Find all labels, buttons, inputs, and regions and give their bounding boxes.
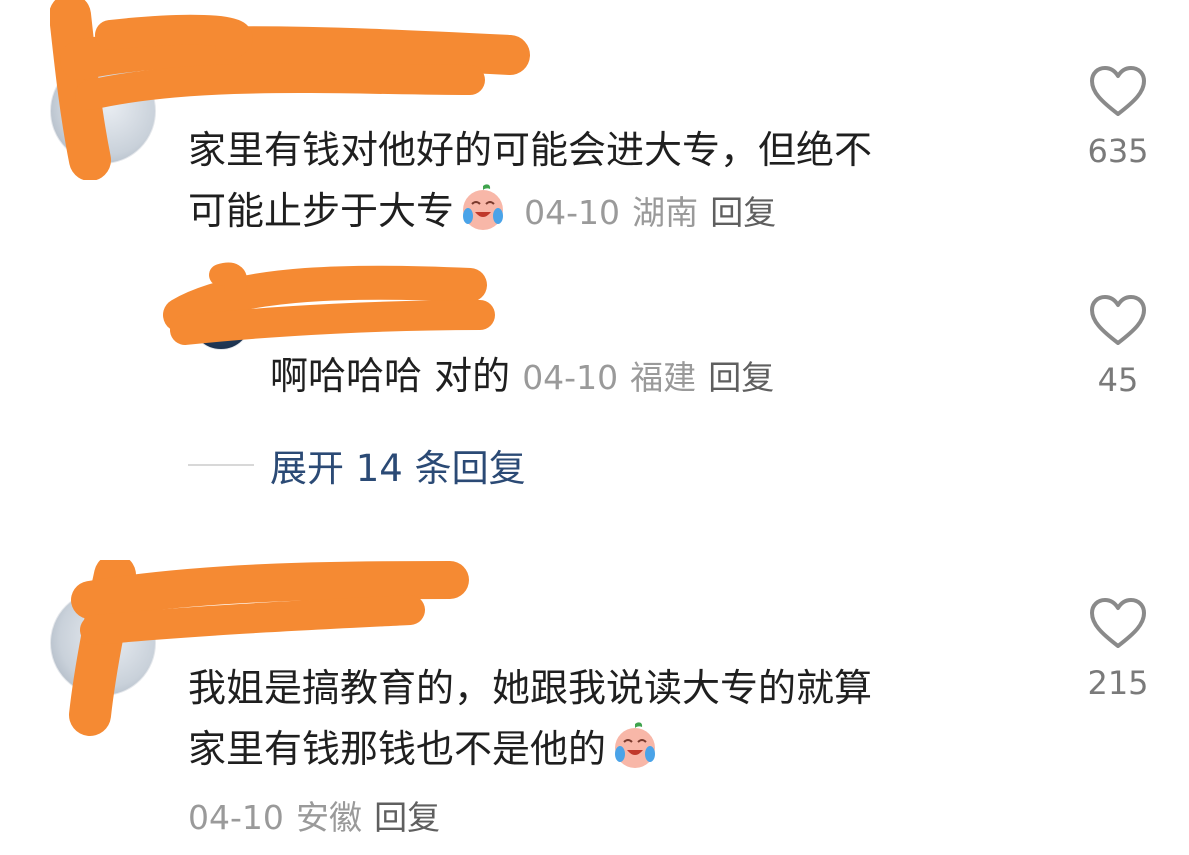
- comment-line-2-text: 可能止步于大专: [188, 189, 455, 233]
- comment-date: 04-10: [524, 193, 620, 232]
- like-count: 635: [1087, 132, 1149, 170]
- like-count: 215: [1087, 664, 1149, 702]
- comment-1: 家里有钱对他好的可能会进大专，但绝不 可能止步于大专 04-10 湖南 回复 6…: [0, 0, 1189, 260]
- comment-text: 啊哈哈哈 对的: [270, 354, 511, 398]
- heart-outline-icon: [1090, 66, 1146, 116]
- comment-date: 04-10: [188, 798, 284, 837]
- comment-date: 04-10: [522, 358, 619, 397]
- like-button[interactable]: 635: [1078, 66, 1158, 170]
- avatar[interactable]: [50, 590, 156, 696]
- avatar[interactable]: [50, 58, 156, 164]
- comment-line-2-text: 家里有钱那钱也不是他的: [188, 727, 607, 771]
- comment-location: 安徽: [295, 798, 362, 837]
- avatar[interactable]: [190, 288, 252, 350]
- heart-outline-icon: [1090, 295, 1146, 345]
- comment-line-1: 家里有钱对他好的可能会进大专，但绝不: [188, 128, 873, 172]
- expand-replies-label: 展开 14 条回复: [270, 447, 526, 490]
- comment-line-2: 可能止步于大专 04-10 湖南 回复: [188, 181, 1068, 243]
- comment-body: 啊哈哈哈 对的 04-10 福建 回复: [270, 346, 1050, 408]
- crying-laughing-emoji-icon: [610, 720, 660, 770]
- comment-line-1: 我姐是搞教育的，她跟我说读大专的就算: [188, 666, 873, 710]
- reply-button[interactable]: 回复: [710, 193, 776, 232]
- comment-location: 福建: [630, 358, 697, 397]
- comment-body: 家里有钱对他好的可能会进大专，但绝不 可能止步于大专 04-10 湖南 回复: [188, 120, 1068, 243]
- expand-replies-button[interactable]: 展开 14 条回复: [188, 438, 526, 492]
- heart-outline-icon: [1090, 598, 1146, 648]
- comment-3: 我姐是搞教育的，她跟我说读大专的就算 家里有钱那钱也不是他的 04-10 安徽 …: [0, 560, 1189, 855]
- reply-button[interactable]: 回复: [374, 798, 440, 837]
- comment-line-2: 家里有钱那钱也不是他的: [188, 719, 1068, 780]
- reply-comment: 啊哈哈哈 对的 04-10 福建 回复 45: [0, 250, 1189, 420]
- crying-laughing-emoji-icon: [458, 182, 508, 232]
- comment-meta: 04-10 安徽 回复: [188, 786, 1068, 848]
- like-button[interactable]: 215: [1078, 598, 1158, 702]
- comment-location: 湖南: [632, 193, 699, 232]
- expand-divider: [188, 464, 254, 466]
- comment-body: 我姐是搞教育的，她跟我说读大专的就算 家里有钱那钱也不是他的 04-10 安徽 …: [188, 658, 1068, 848]
- like-count: 45: [1097, 361, 1139, 399]
- reply-button[interactable]: 回复: [708, 358, 774, 397]
- like-button[interactable]: 45: [1078, 295, 1158, 399]
